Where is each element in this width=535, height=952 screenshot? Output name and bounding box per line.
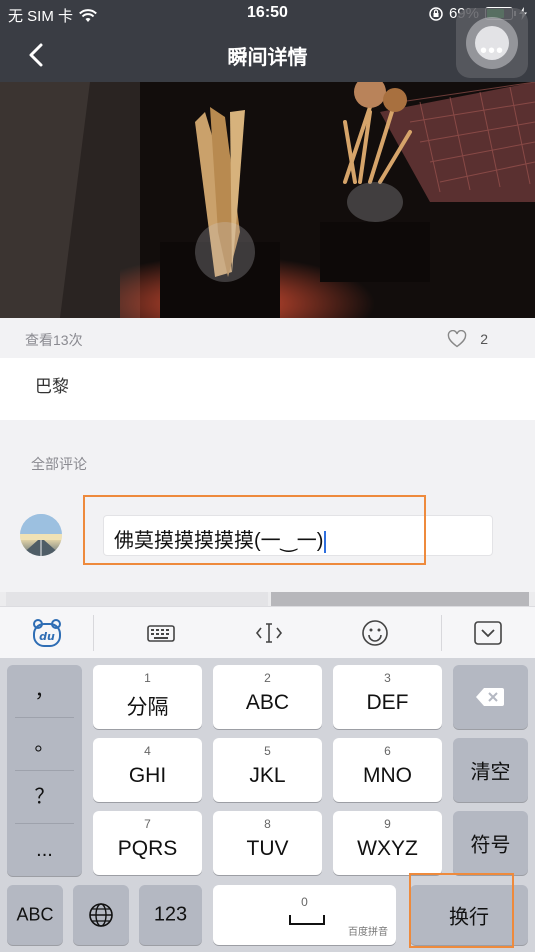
key-label: DEF bbox=[366, 691, 409, 714]
key-number: 6 bbox=[384, 744, 391, 758]
assistive-touch-button[interactable]: ••• bbox=[456, 8, 528, 78]
key-number: 2 bbox=[264, 671, 271, 685]
key-7[interactable]: 7 PQRS bbox=[93, 811, 202, 875]
key-label: ABC bbox=[245, 691, 290, 714]
abc-button[interactable]: ABC bbox=[7, 885, 63, 945]
punct-ellipsis-key[interactable]: ... bbox=[7, 824, 82, 876]
numbers-label: 123 bbox=[153, 903, 188, 926]
numbers-button[interactable]: 123 bbox=[139, 885, 202, 945]
space-bar[interactable]: 0 百度拼音 bbox=[213, 885, 396, 945]
like-count: 2 bbox=[480, 331, 488, 347]
key-3[interactable]: 3 DEF bbox=[333, 665, 442, 729]
preview-right bbox=[271, 592, 529, 606]
enter-highlight-box bbox=[409, 873, 514, 948]
heart-icon[interactable] bbox=[447, 330, 467, 348]
orientation-lock-icon bbox=[429, 6, 443, 21]
emoji-icon[interactable] bbox=[360, 618, 390, 648]
toolbar-separator bbox=[441, 615, 442, 651]
status-bar: 无 SIM 卡 16:50 69% bbox=[0, 0, 535, 28]
svg-text:du: du bbox=[39, 630, 55, 643]
key-label: PQRS bbox=[117, 837, 178, 860]
space-icon bbox=[289, 915, 325, 925]
key-number: 9 bbox=[384, 817, 391, 831]
avatar[interactable] bbox=[20, 514, 62, 556]
symbols-button[interactable]: 符号 bbox=[453, 811, 528, 875]
punct-period-key[interactable]: 。 bbox=[7, 718, 82, 770]
page-title: 瞬间详情 bbox=[227, 47, 308, 69]
key-number: 3 bbox=[384, 671, 391, 685]
key-number: 8 bbox=[264, 817, 271, 831]
globe-button[interactable] bbox=[73, 885, 129, 945]
key-label: WXYZ bbox=[357, 837, 418, 860]
punctuation-column[interactable]: ， 。 ？ ... bbox=[7, 665, 82, 876]
key-label: MNO bbox=[363, 764, 412, 787]
content-preview-strip bbox=[0, 592, 535, 606]
location-row: 巴黎 bbox=[0, 358, 535, 420]
key-5[interactable]: 5 JKL bbox=[213, 738, 322, 802]
key-4[interactable]: 4 GHI bbox=[93, 738, 202, 802]
key-2[interactable]: 2 ABC bbox=[213, 665, 322, 729]
abc-label: ABC bbox=[16, 904, 54, 925]
location-label: 巴黎 bbox=[35, 377, 69, 396]
backspace-button[interactable] bbox=[453, 665, 528, 729]
view-count: 查看13次 bbox=[25, 332, 83, 348]
key-9[interactable]: 9 WXYZ bbox=[333, 811, 442, 875]
clear-button[interactable]: 清空 bbox=[453, 738, 528, 802]
key-6[interactable]: 6 MNO bbox=[333, 738, 442, 802]
avatar-image bbox=[20, 514, 62, 556]
key-1[interactable]: 1 分隔 bbox=[93, 665, 202, 729]
key-number: 7 bbox=[144, 817, 151, 831]
input-method-tag: 百度拼音 bbox=[348, 927, 388, 938]
more-dots-icon: ••• bbox=[479, 40, 504, 62]
punct-comma-key[interactable]: ， bbox=[7, 665, 82, 717]
keyboard-icon[interactable] bbox=[146, 618, 176, 648]
globe-icon bbox=[89, 903, 113, 927]
input-highlight-box bbox=[83, 495, 426, 565]
collapse-keyboard-icon[interactable] bbox=[473, 618, 503, 648]
du-logo-icon[interactable]: du bbox=[32, 618, 62, 648]
key-number: 1 bbox=[144, 671, 151, 685]
key-label: JKL bbox=[249, 764, 286, 787]
photo-image bbox=[0, 82, 535, 318]
comments-header: 全部评论 bbox=[0, 420, 535, 500]
punct-question-key[interactable]: ？ bbox=[7, 771, 82, 823]
nav-bar: 瞬间详情 bbox=[0, 28, 535, 82]
toolbar-separator bbox=[93, 615, 94, 651]
key-label: GHI bbox=[128, 764, 167, 787]
clear-label: 清空 bbox=[470, 761, 511, 784]
cursor-move-icon[interactable] bbox=[254, 618, 284, 648]
key-number: 5 bbox=[264, 744, 271, 758]
key-label: 分隔 bbox=[126, 696, 169, 719]
key-label: TUV bbox=[246, 837, 289, 860]
space-number: 0 bbox=[301, 895, 308, 909]
preview-left bbox=[6, 592, 268, 606]
comments-title: 全部评论 bbox=[31, 456, 87, 472]
post-stats: 查看13次 2 bbox=[0, 318, 535, 358]
symbols-label: 符号 bbox=[470, 834, 511, 857]
backspace-icon bbox=[476, 688, 504, 706]
key-number: 4 bbox=[144, 744, 151, 758]
post-photo[interactable] bbox=[0, 82, 535, 318]
key-8[interactable]: 8 TUV bbox=[213, 811, 322, 875]
keyboard-toolbar: du bbox=[0, 606, 535, 658]
